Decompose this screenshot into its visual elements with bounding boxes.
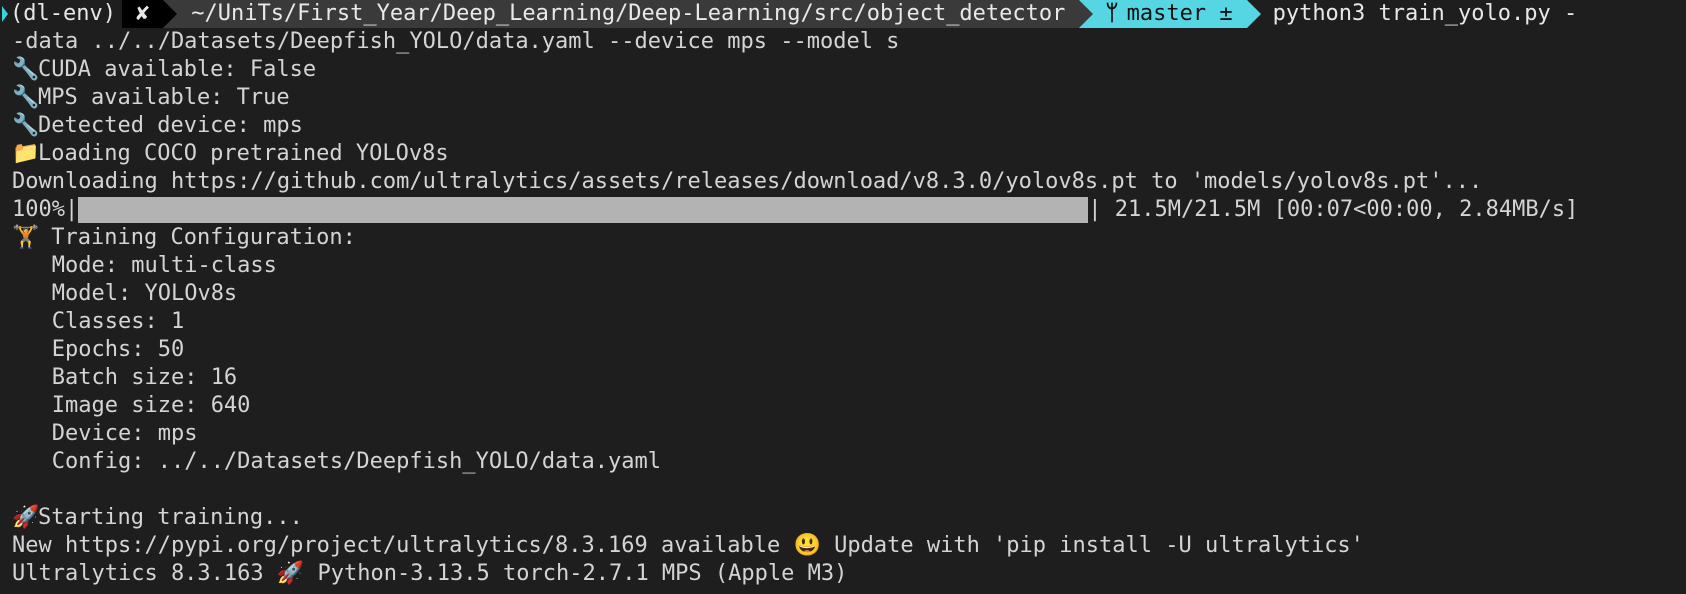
segment-arrow-icon (1079, 0, 1094, 28)
config-line: Classes: 1 (51, 309, 185, 334)
wrench-icon: 🔧 (12, 57, 40, 82)
prompt-line: (dl-env) ✘ ~/UniTs/First_Year/Deep_Learn… (0, 0, 1686, 28)
virtualenv-label: (dl-env) (10, 1, 116, 26)
config-line: Mode: multi-class (51, 253, 277, 278)
weightlifter-icon: 🏋 (12, 225, 40, 250)
ultralytics-info: Ultralytics 8.3.163 🚀 Python-3.13.5 torc… (12, 561, 848, 586)
prompt-marker-icon (2, 6, 8, 22)
wrench-icon: 🔧 (12, 113, 40, 138)
output-line: 📁Loading COCO pretrained YOLOv8s (12, 141, 449, 166)
progress-bar-fill (78, 197, 1089, 223)
git-branch-icon: ᛘ (1105, 1, 1119, 26)
download-line: Downloading https://github.com/ultralyti… (12, 169, 1483, 194)
config-line: Image size: 640 (51, 393, 251, 418)
output-line: 🔧CUDA available: False (12, 57, 317, 82)
status-error-icon: ✘ (121, 0, 164, 28)
config-line: Device: mps (51, 421, 198, 446)
current-path: ~/UniTs/First_Year/Deep_Learning/Deep-Le… (177, 0, 1080, 28)
rocket-icon: 🚀 (276, 561, 305, 586)
git-branch-label: master ± (1126, 1, 1233, 26)
progress-bar (78, 197, 1089, 223)
segment-arrow-icon (163, 0, 178, 28)
config-line: Model: YOLOv8s (51, 281, 238, 306)
download-progress: 100%| | 21.5M/21.5M [00:07<00:00, 2.84MB… (0, 196, 1686, 224)
command-text: python3 train_yolo.py - (1272, 1, 1578, 26)
output-line: 🔧MPS available: True (12, 85, 290, 110)
terminal-window[interactable]: (dl-env) ✘ ~/UniTs/First_Year/Deep_Learn… (0, 0, 1686, 594)
git-branch: ᛘ master ± (1093, 0, 1247, 28)
rocket-icon: 🚀 (12, 505, 40, 530)
output-line: 🚀Starting training... (12, 505, 303, 530)
progress-percent: 100%| (12, 197, 79, 222)
config-line: Batch size: 16 (51, 365, 238, 390)
config-heading: 🏋 Training Configuration: (12, 225, 356, 250)
progress-stats: | 21.5M/21.5M [00:07<00:00, 2.84MB/s] (1088, 197, 1579, 222)
output-line: 🔧Detected device: mps (12, 113, 303, 138)
config-line: Config: ../../Datasets/Deepfish_YOLO/dat… (51, 449, 662, 474)
config-line: Epochs: 50 (51, 337, 185, 362)
segment-arrow-icon (1246, 0, 1261, 28)
folder-icon: 📁 (12, 141, 40, 166)
command-continuation: -data ../../Datasets/Deepfish_YOLO/data.… (12, 29, 900, 54)
update-notice: New https://pypi.org/project/ultralytics… (12, 533, 1364, 558)
wrench-icon: 🔧 (12, 85, 40, 110)
smiley-icon: 😃 (793, 533, 821, 558)
